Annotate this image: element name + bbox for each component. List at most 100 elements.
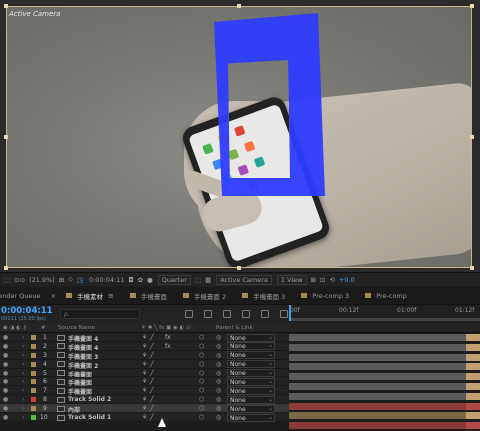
shy-switch-icon[interactable]: ⚘	[142, 414, 147, 421]
layer-row[interactable]: ● › 8 Track Solid 2 ⚘ ╱ ⬡ ◎ None ⌄	[0, 395, 289, 405]
frame-blending-icon[interactable]	[242, 310, 250, 318]
layer-name[interactable]: Track Solid 1	[68, 414, 111, 421]
shy-switch-icon[interactable]: ⚘	[142, 361, 147, 368]
expand-arrow-icon[interactable]: ›	[22, 405, 24, 412]
motion-blur-icon[interactable]	[261, 310, 269, 318]
exposure-value[interactable]: +0.0	[339, 276, 355, 284]
layer-bar[interactable]	[289, 334, 480, 341]
transform-handle[interactable]	[4, 135, 8, 139]
bar-end-handle[interactable]	[466, 363, 480, 371]
label-color-swatch[interactable]	[31, 361, 36, 367]
tab-comp-5[interactable]: Pre-comp 3	[293, 287, 357, 305]
tab-menu-icon[interactable]: ≡	[108, 292, 114, 300]
tab-close[interactable]: ×	[49, 287, 58, 305]
3d-layer-icon[interactable]: ⬡	[199, 352, 204, 359]
shy-switch-icon[interactable]: ⚘	[142, 370, 147, 377]
3d-layer-icon[interactable]: ⬡	[199, 343, 204, 350]
label-color-swatch[interactable]	[31, 335, 36, 340]
layer-bar[interactable]	[289, 343, 480, 351]
visibility-icon[interactable]: ●	[3, 387, 8, 394]
visibility-icon[interactable]: ●	[3, 378, 8, 385]
tab-comp-2[interactable]: 手機畫面	[122, 287, 175, 305]
layer-row[interactable]: ● › 3 手機畫面 3 ⚘ ╱ ⬡ ◎ None ⌄	[0, 350, 289, 361]
bar-end-handle[interactable]	[466, 412, 480, 420]
composition-viewer[interactable]: Active Camera	[0, 0, 480, 272]
pick-whip-icon[interactable]: ◎	[216, 405, 221, 412]
3d-layer-icon[interactable]: ⬡	[199, 361, 204, 368]
bar-end-handle[interactable]	[466, 353, 480, 361]
fx-icon[interactable]: fx	[165, 343, 171, 350]
3d-layer-icon[interactable]: ⬡	[199, 414, 204, 421]
quality-switch-icon[interactable]: ╱	[150, 405, 154, 412]
shy-switch-icon[interactable]: ⚘	[142, 334, 147, 341]
shy-switch-icon[interactable]: ⚘	[142, 387, 147, 394]
pick-whip-icon[interactable]: ◎	[216, 387, 221, 394]
dropdown-arrow-icon[interactable]: ⌄	[268, 387, 273, 394]
3d-layer-icon[interactable]: ⬡	[199, 370, 204, 377]
column-parent[interactable]: Parent & Link	[216, 325, 253, 331]
bar-end-handle[interactable]	[466, 392, 480, 400]
transform-handle[interactable]	[470, 4, 474, 8]
expand-arrow-icon[interactable]: ›	[22, 334, 24, 341]
pick-whip-icon[interactable]: ◎	[216, 352, 221, 359]
bar-end-handle[interactable]	[466, 334, 480, 341]
visibility-icon[interactable]: ●	[3, 361, 8, 368]
draft-3d-icon[interactable]	[204, 310, 212, 318]
layer-row[interactable]: ● › 2 手機畫面 4 ⚘ ╱ fx ⬡ ◎ None ⌄	[0, 341, 289, 352]
pick-whip-icon[interactable]: ◎	[216, 343, 221, 350]
current-time-display[interactable]: 0:00:04:11	[1, 306, 53, 316]
roi-icon[interactable]: ⬚	[195, 276, 201, 284]
transform-handle[interactable]	[4, 4, 8, 8]
resolution-select[interactable]: Quarter	[157, 274, 191, 285]
expand-arrow-icon[interactable]: ›	[22, 396, 24, 403]
shy-switch-icon[interactable]: ⚘	[142, 352, 147, 359]
reset-exposure-icon[interactable]: ⟲	[329, 276, 334, 284]
label-color-swatch[interactable]	[31, 343, 36, 349]
toggle-icon[interactable]: ⊠	[311, 276, 316, 284]
color-icon[interactable]: ●	[147, 276, 153, 284]
bar-end-handle[interactable]	[466, 343, 480, 351]
layer-bar[interactable]	[289, 373, 480, 381]
tab-comp-1[interactable]: 手機素材 ≡	[58, 287, 122, 305]
visibility-icon[interactable]: ●	[3, 343, 8, 350]
playhead[interactable]	[289, 305, 291, 321]
layer-row[interactable]: ● › 1 手機畫面 4 ⚘ ╱ fx ⬡ ◎ None ⌄	[0, 333, 289, 343]
label-color-swatch[interactable]	[31, 388, 36, 394]
layer-bar[interactable]	[289, 392, 480, 400]
transform-handle[interactable]	[470, 135, 474, 139]
layer-bar[interactable]	[289, 402, 480, 410]
visibility-icon[interactable]: ●	[3, 405, 8, 412]
visibility-icon[interactable]: ●	[3, 414, 8, 421]
transform-handle[interactable]	[4, 266, 8, 270]
dropdown-arrow-icon[interactable]: ⌄	[268, 414, 273, 421]
shy-switch-icon[interactable]: ⚘	[142, 378, 147, 385]
always-preview-icon[interactable]: ⬚	[4, 276, 10, 284]
visibility-icon[interactable]: ●	[3, 396, 8, 403]
shy-switch-icon[interactable]: ⚘	[142, 396, 147, 403]
shy-layers-icon[interactable]	[223, 310, 231, 318]
snapshot-icon[interactable]: ⊙⊙	[14, 276, 25, 284]
quality-switch-icon[interactable]: ╱	[150, 414, 154, 421]
quality-switch-icon[interactable]: ╱	[150, 370, 154, 377]
layer-bar[interactable]	[289, 383, 480, 390]
bar-end-handle[interactable]	[466, 383, 480, 390]
camera-select[interactable]: Active Camera	[216, 274, 272, 285]
dropdown-arrow-icon[interactable]: ⌄	[268, 351, 273, 358]
shy-switch-icon[interactable]: ⚘	[142, 343, 147, 350]
dropdown-arrow-icon[interactable]: ⌄	[268, 334, 273, 341]
column-source-name[interactable]: Source Name	[58, 325, 95, 331]
layer-name[interactable]: Track Solid 2	[68, 396, 111, 403]
layer-row[interactable]: ● › 10 Track Solid 1 ⚘ ╱ ⬡ ◎ None ⌄	[0, 413, 289, 422]
tab-comp-4[interactable]: 手機畫面 3	[234, 287, 293, 305]
pixel-icon[interactable]: ⊡	[320, 276, 325, 284]
pick-whip-icon[interactable]: ◎	[216, 361, 221, 368]
quality-switch-icon[interactable]: ╱	[150, 352, 154, 359]
quality-switch-icon[interactable]: ╱	[150, 378, 154, 385]
zoom-value[interactable]: (21.9%)	[29, 276, 55, 284]
label-color-swatch[interactable]	[31, 406, 36, 412]
label-color-swatch[interactable]	[31, 415, 36, 421]
layer-bar[interactable]	[289, 353, 480, 361]
dropdown-arrow-icon[interactable]: ⌄	[268, 342, 273, 349]
3d-layer-icon[interactable]: ⬡	[199, 334, 204, 341]
tab-comp-6[interactable]: Pre-comp	[357, 287, 415, 305]
